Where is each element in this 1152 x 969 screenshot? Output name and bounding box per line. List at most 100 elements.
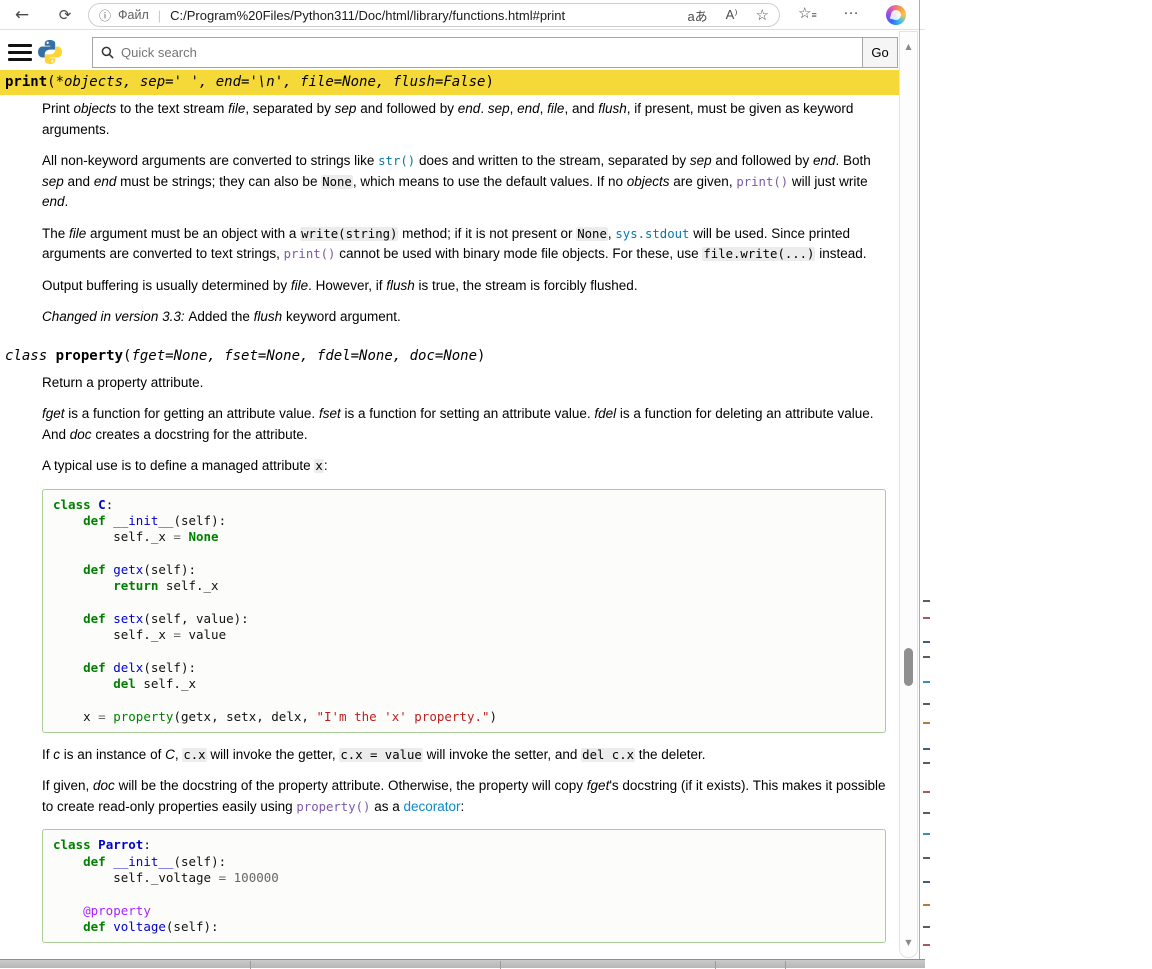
read-aloud-icon[interactable]: A⁾ <box>726 7 738 23</box>
signature-paren: ) <box>485 74 493 90</box>
emphasis-text: file <box>547 101 564 116</box>
background-window-sliver-mark <box>923 944 930 946</box>
browser-toolbar: ← ⟳ ⓘ Файл | C:/Program%20Files/Python31… <box>0 0 925 30</box>
text-span: will invoke the getter, <box>207 747 340 762</box>
window-right-border <box>919 0 920 963</box>
property-signature: class property(fget=None, fset=None, fde… <box>0 344 899 369</box>
more-menu-icon[interactable]: … <box>843 1 860 19</box>
search-input[interactable] <box>121 45 854 60</box>
text-span: , which means to use the default values.… <box>353 174 627 189</box>
page-scrollbar[interactable]: ▲ ▼ <box>899 31 918 958</box>
changed-in-version-note: Changed in version 3.3: Added the flush … <box>42 307 886 328</box>
text-span: method; if it is not present or <box>398 226 576 241</box>
code-token: = <box>98 709 106 724</box>
translate-icon[interactable]: aあ <box>687 6 707 25</box>
favorites-collections-icon[interactable]: ☆≡ <box>798 4 816 22</box>
inline-code-link-visited[interactable]: property() <box>296 800 370 814</box>
code-token <box>53 676 113 691</box>
code-token <box>53 578 113 593</box>
code-token: (getx, setx, delx, <box>173 709 316 724</box>
emphasis-text: fdel <box>594 406 616 421</box>
text-span: is an instance of <box>60 747 165 762</box>
code-token: (self): <box>173 854 226 869</box>
inline-code-link[interactable]: str() <box>378 154 415 168</box>
emphasis-text: flush <box>254 309 283 324</box>
inline-code-link-visited[interactable]: print() <box>736 175 788 189</box>
signature-name: property <box>56 348 123 364</box>
background-window-sliver-mark <box>923 656 930 658</box>
collections-star-glyph: ☆ <box>798 5 811 22</box>
emphasis-text: end <box>813 153 836 168</box>
address-bar[interactable]: ⓘ Файл | C:/Program%20Files/Python311/Do… <box>88 3 780 27</box>
text-span: Print <box>42 101 74 116</box>
text-span: will invoke the setter, and <box>423 747 581 762</box>
text-span: : <box>324 458 328 473</box>
code-token: ) <box>490 709 498 724</box>
property-class-entry: class property(fget=None, fset=None, fde… <box>0 344 899 944</box>
emphasis-text: file <box>228 101 245 116</box>
url-text[interactable]: C:/Program%20Files/Python311/Doc/html/li… <box>170 8 669 23</box>
text-span: must be strings; they can also be <box>116 174 321 189</box>
back-button[interactable]: ← <box>9 2 35 28</box>
background-window-sliver-mark <box>923 703 930 705</box>
text-span: If given, <box>42 778 93 793</box>
code-token <box>53 854 83 869</box>
paragraph: Print objects to the text stream file, s… <box>42 99 886 140</box>
background-window-sliver-mark <box>923 904 930 906</box>
emphasis-text: end <box>94 174 117 189</box>
refresh-button[interactable]: ⟳ <box>52 2 78 28</box>
scrollbar-up-arrow-icon[interactable]: ▲ <box>900 42 917 51</box>
text-span: instead. <box>815 246 866 261</box>
code-token: (self): <box>173 513 226 528</box>
emphasis-text: end <box>458 101 481 116</box>
signature-params: fget=None, fset=None, fdel=None, doc=Non… <box>131 348 477 364</box>
print-signature: print(*objects, sep=' ', end='\n', file=… <box>0 70 899 95</box>
text-span: are given, <box>670 174 737 189</box>
code-token: = <box>173 529 181 544</box>
text-span: . <box>65 194 69 209</box>
text-span: , and <box>564 101 598 116</box>
go-button[interactable]: Go <box>862 37 898 68</box>
inline-code: None <box>321 175 353 189</box>
scrollbar-thumb[interactable] <box>904 648 913 686</box>
text-span: will just write <box>788 174 868 189</box>
background-window-sliver-mark <box>923 791 930 793</box>
text-span: will be the docstring of the property at… <box>115 778 587 793</box>
background-window-sliver-mark <box>923 641 930 643</box>
emphasis-text: flush <box>598 101 627 116</box>
inline-link[interactable]: decorator <box>403 799 460 814</box>
text-span: to the text stream <box>116 101 228 116</box>
menu-hamburger-icon[interactable] <box>8 44 32 61</box>
background-window-sliver <box>921 0 932 963</box>
code-token <box>226 870 234 885</box>
inline-code-link[interactable]: sys.stdout <box>615 227 689 241</box>
code-token: del <box>113 676 136 691</box>
quick-search-box[interactable] <box>92 37 863 68</box>
text-span: the deleter. <box>635 747 706 762</box>
python-logo-icon[interactable] <box>37 39 63 70</box>
code-token: (self): <box>166 919 219 934</box>
code-token: (self): <box>143 660 196 675</box>
code-token: property <box>113 709 173 724</box>
site-info-icon[interactable]: ⓘ <box>99 7 111 24</box>
collections-lines-glyph: ≡ <box>811 10 815 20</box>
inline-code: x <box>314 459 323 473</box>
inline-code-link-visited[interactable]: print() <box>284 247 336 261</box>
paragraph: If given, doc will be the docstring of t… <box>42 776 886 817</box>
text-span: does and written to the stream, separate… <box>415 153 690 168</box>
text-span: : <box>461 799 465 814</box>
code-token <box>53 903 83 918</box>
text-span: cannot be used with binary mode file obj… <box>335 246 702 261</box>
search-icon <box>101 46 114 59</box>
scrollbar-down-arrow-icon[interactable]: ▼ <box>900 938 917 947</box>
document-content: print(*objects, sep=' ', end='\n', file=… <box>0 70 899 955</box>
paragraph: If c is an instance of C, c.x will invok… <box>42 745 886 766</box>
copilot-icon[interactable] <box>886 5 906 25</box>
code-token: def <box>83 513 106 528</box>
inline-code: del c.x <box>581 748 635 762</box>
code-token: getx <box>113 562 143 577</box>
code-token: : <box>143 837 151 852</box>
add-favorite-star-icon[interactable]: ☆ <box>756 6 769 24</box>
code-token: Parrot <box>98 837 143 852</box>
text-span: Return a property attribute. <box>42 375 203 390</box>
